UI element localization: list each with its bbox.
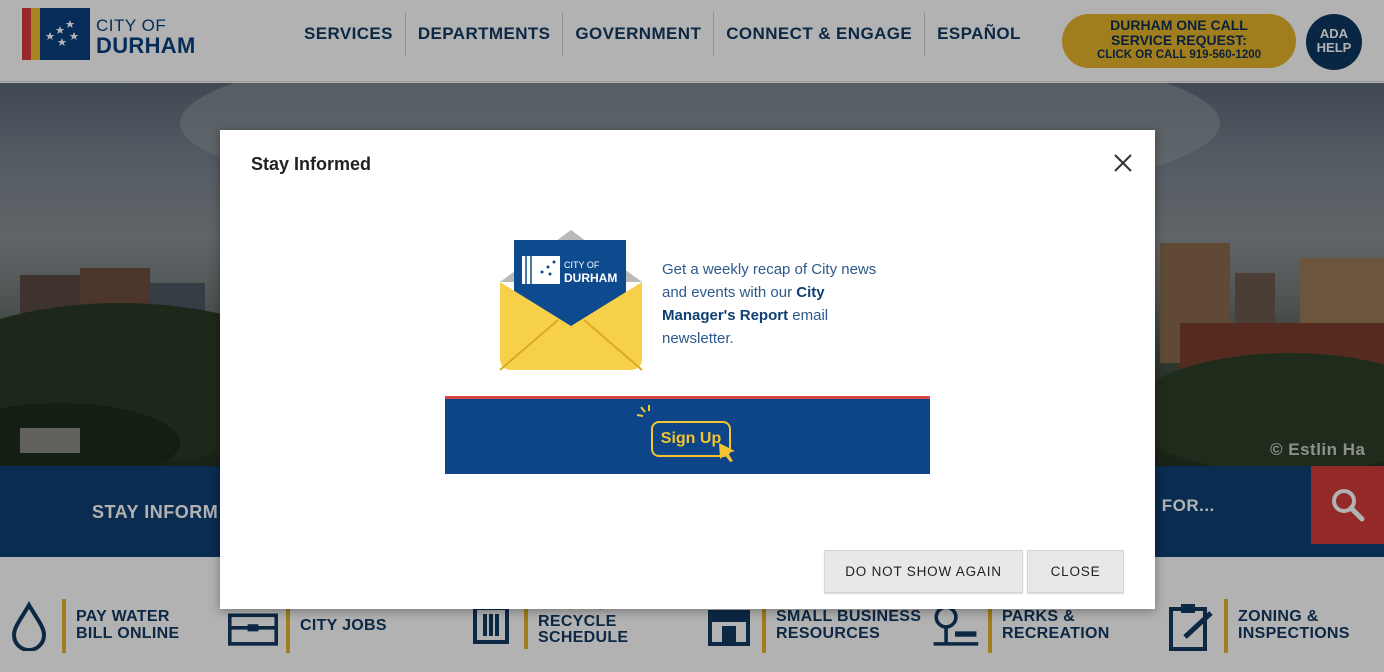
newsletter-envelope-icon: CITY OF DURHAM	[498, 228, 644, 377]
close-button[interactable]: CLOSE	[1027, 550, 1124, 593]
signup-banner-button[interactable]: Sign Up	[445, 396, 930, 474]
envelope-logo-line-2: DURHAM	[564, 271, 617, 285]
stay-informed-modal: Stay Informed CITY OF DURHAM Get a weekl…	[220, 130, 1155, 609]
cursor-arrow-icon	[719, 443, 735, 462]
promo-text-start: Get a weekly recap of City news and even…	[662, 261, 877, 301]
newsletter-promo-text: Get a weekly recap of City news and even…	[662, 258, 892, 350]
modal-title: Stay Informed	[251, 154, 372, 174]
envelope-logo-line-1: CITY OF	[564, 260, 600, 270]
close-icon[interactable]	[1110, 150, 1136, 176]
do-not-show-again-button[interactable]: DO NOT SHOW AGAIN	[824, 550, 1023, 593]
